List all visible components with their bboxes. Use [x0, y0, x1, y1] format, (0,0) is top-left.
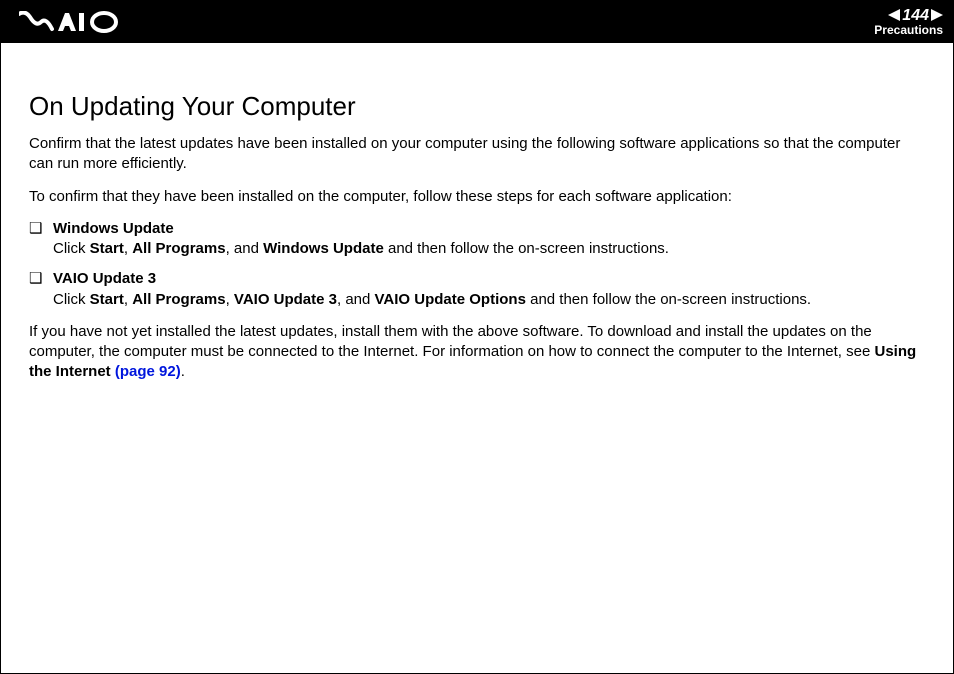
text: and then follow the on-screen instructio…: [384, 240, 669, 257]
list-item: ❑ VAIO Update 3 Click Start, All Program…: [29, 269, 925, 310]
text: Start: [90, 240, 124, 257]
page-title: On Updating Your Computer: [29, 91, 925, 122]
list-item: ❑ Windows Update Click Start, All Progra…: [29, 219, 925, 260]
page-link[interactable]: (page 92): [115, 363, 181, 380]
list-item-body: VAIO Update 3 Click Start, All Programs,…: [53, 269, 925, 310]
next-page-arrow-icon[interactable]: [931, 9, 943, 21]
text: VAIO Update Options: [375, 291, 526, 308]
bullet-icon: ❑: [29, 219, 53, 260]
bullet-icon: ❑: [29, 269, 53, 310]
text: Click: [53, 291, 90, 308]
text: VAIO Update 3: [234, 291, 337, 308]
text: Windows Update: [263, 240, 384, 257]
text: , and: [337, 291, 375, 308]
item-name: Windows Update: [53, 219, 925, 239]
intro-paragraph-1: Confirm that the latest updates have bee…: [29, 134, 925, 175]
text: All Programs: [132, 240, 225, 257]
text: ,: [124, 291, 132, 308]
text: .: [181, 363, 185, 380]
text: Start: [90, 291, 124, 308]
page-header: 144 Precautions: [1, 1, 953, 43]
page-content: On Updating Your Computer Confirm that t…: [1, 43, 953, 383]
text: If you have not yet installed the latest…: [29, 323, 874, 360]
text: All Programs: [132, 291, 225, 308]
outro-paragraph: If you have not yet installed the latest…: [29, 322, 925, 383]
intro-paragraph-2: To confirm that they have been installed…: [29, 187, 925, 207]
vaio-logo: [19, 11, 119, 33]
list-item-body: Windows Update Click Start, All Programs…: [53, 219, 925, 260]
prev-page-arrow-icon[interactable]: [888, 9, 900, 21]
page-number: 144: [902, 7, 929, 25]
section-name: Precautions: [874, 24, 943, 37]
update-list: ❑ Windows Update Click Start, All Progra…: [29, 219, 925, 310]
text: ,: [226, 291, 234, 308]
document-page: 144 Precautions On Updating Your Compute…: [0, 0, 954, 674]
text: ,: [124, 240, 132, 257]
item-name: VAIO Update 3: [53, 269, 925, 289]
header-nav: 144 Precautions: [874, 7, 943, 38]
text: and then follow the on-screen instructio…: [526, 291, 811, 308]
text: , and: [226, 240, 264, 257]
text: Click: [53, 240, 90, 257]
